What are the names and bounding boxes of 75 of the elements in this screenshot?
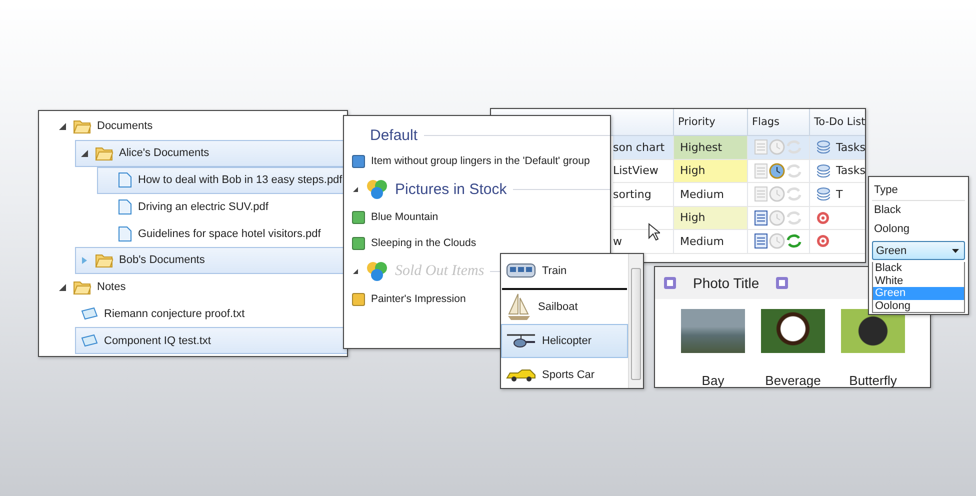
document-icon [118,198,132,215]
dropdown-option[interactable]: White [873,274,964,287]
list-item[interactable]: Helicopter [501,324,628,358]
priority-cell: Highest [673,136,747,158]
list-item[interactable]: Black [872,201,965,220]
expander-icon[interactable] [58,282,67,292]
tree-item[interactable]: Documents [53,112,347,140]
stack-icon [816,164,831,178]
photo-placeholder[interactable] [761,309,825,353]
folder-icon [73,118,91,134]
type-dropdown[interactable]: Green [872,241,965,260]
stack-icon [816,140,831,154]
column-header[interactable]: Priority [673,109,747,135]
mouse-pointer-icon [648,223,660,241]
caret-icon [952,248,959,252]
expander-icon[interactable] [58,122,67,131]
column-header[interactable]: Flags [747,109,809,135]
list-item[interactable]: Sleeping in the Clouds [352,230,476,256]
document-icon [118,226,132,242]
list-item[interactable]: Oolong [872,220,965,239]
tree-item[interactable]: Driving an electric SUV.pdf [97,193,347,220]
circles-icon [365,177,389,201]
list-item[interactable]: Sailboat [501,290,628,324]
document-icon [118,172,132,188]
priority-cell: High [673,206,747,229]
table-row[interactable]: High [613,206,865,230]
table-row[interactable]: w Medium [613,230,865,254]
photo-caption: Bay [702,373,724,388]
photo-caption: Butterfly [849,373,897,388]
expander-icon[interactable] [80,148,89,158]
expander-icon[interactable] [352,186,359,192]
list-item[interactable]: Train [501,254,628,288]
table-cell: son chart [613,140,665,154]
tree-item[interactable]: Notes [53,274,347,301]
expander-icon[interactable] [352,268,359,274]
scrollbar[interactable] [628,254,643,388]
table-cell: T [836,188,843,201]
folder-icon [73,279,91,296]
priority-cell: High [673,160,747,182]
tile-icon[interactable] [775,276,790,290]
target-icon [816,234,830,248]
tile-icon[interactable] [663,276,677,290]
photo-caption: Beverage [765,373,821,388]
list-item[interactable]: Blue Mountain [352,204,438,230]
target-icon [816,210,830,225]
table-row[interactable]: son chart Highest Tasks [613,136,866,160]
sailboat-icon [506,292,532,322]
list-item[interactable]: Item without group lingers in the 'Default' group [352,148,590,174]
popup-title: Type [872,180,965,201]
table-cell: Tasks [836,140,866,154]
table-cell: sorting [613,188,652,201]
photo-title: Photo Title [693,275,760,291]
table-row[interactable]: ListView High Tasks [613,160,866,183]
train-icon [506,262,536,280]
group-title: Pictures in Stock [395,180,507,198]
dropdown-option[interactable]: Black [873,262,964,274]
folder-icon [95,145,113,162]
table-cell: Tasks [836,164,866,178]
tree-item[interactable]: Guidelines for space hotel visitors.pdf [97,220,347,248]
list-item[interactable]: Sports Car [501,358,628,388]
tree-item[interactable]: Riemann conjecture proof.txt [75,300,347,328]
car-icon [506,368,536,382]
stack-icon [816,187,831,202]
group-title: Sold Out Items [395,262,484,280]
note-icon [80,306,98,321]
folder-icon [95,252,113,268]
table-cell: ListView [613,164,658,178]
group-title: Default [370,126,418,144]
table-cell: w [613,234,622,248]
column-header[interactable]: To-Do List [809,109,866,135]
note-icon [80,334,98,348]
table-row[interactable]: sorting Medium T [613,183,865,206]
circles-icon [365,259,389,283]
tree-item[interactable]: Component IQ test.txt [75,327,347,354]
dropdown-option[interactable]: Oolong [873,300,964,312]
